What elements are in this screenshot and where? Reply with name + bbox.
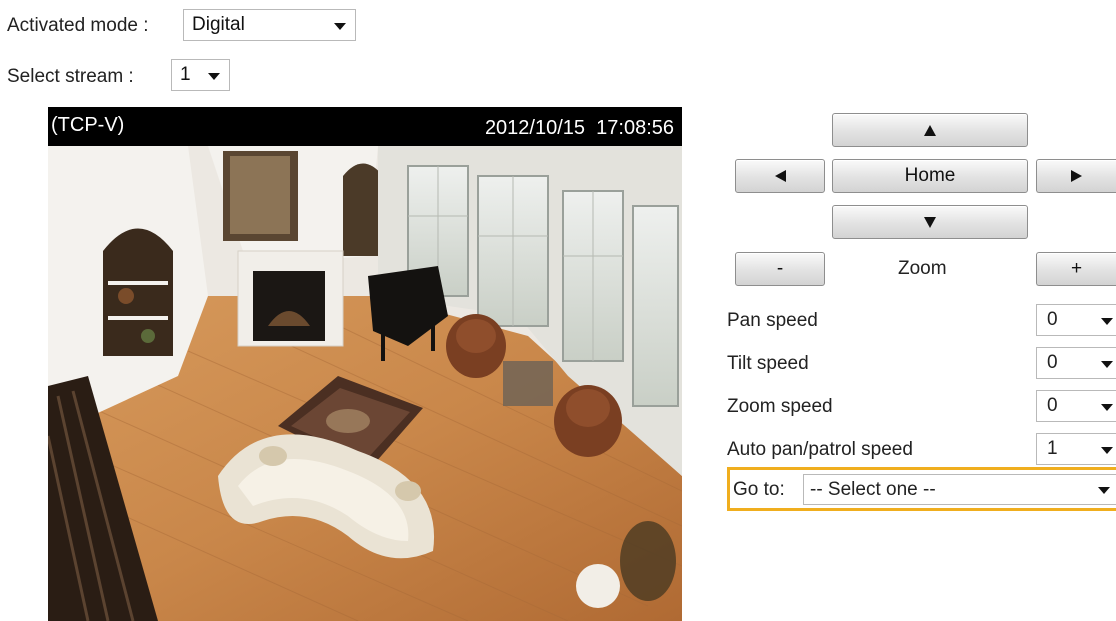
pan-right-button[interactable] — [1036, 159, 1116, 193]
zoom-speed-select[interactable]: 0 — [1036, 390, 1116, 422]
zoom-speed-value: 0 — [1047, 395, 1058, 416]
tilt-speed-select[interactable]: 0 — [1036, 347, 1116, 379]
dropdown-arrow-icon — [1101, 404, 1113, 411]
zoom-speed-label: Zoom speed — [727, 396, 833, 417]
dropdown-arrow-icon — [1101, 318, 1113, 325]
zoom-in-label: + — [1070, 258, 1083, 279]
up-arrow-icon — [924, 124, 936, 136]
pan-speed-select[interactable]: 0 — [1036, 304, 1116, 336]
live-video-view[interactable]: (TCP-V) 2012/10/15 17:08:56 — [48, 107, 682, 621]
home-button-label: Home — [904, 165, 956, 186]
zoom-out-label: - — [776, 258, 784, 279]
goto-preset-select[interactable]: -- Select one -- — [803, 474, 1116, 505]
auto-pan-patrol-speed-value: 1 — [1047, 438, 1058, 459]
pan-speed-value: 0 — [1047, 309, 1058, 330]
video-protocol: (TCP-V) — [51, 114, 125, 136]
tilt-speed-label: Tilt speed — [727, 353, 809, 374]
dropdown-arrow-icon — [1101, 447, 1113, 454]
video-timestamp: 2012/10/15 17:08:56 — [484, 117, 674, 139]
pan-speed-label: Pan speed — [727, 310, 818, 331]
activated-mode-value: Digital — [192, 14, 245, 35]
goto-highlight: Go to: -- Select one -- — [727, 467, 1116, 511]
dropdown-arrow-icon — [334, 23, 346, 30]
activated-mode-select[interactable]: Digital — [183, 9, 356, 41]
right-arrow-icon — [1071, 170, 1082, 182]
living-room-video-image — [48, 146, 682, 621]
home-button[interactable]: Home — [832, 159, 1028, 193]
down-arrow-icon — [924, 216, 936, 228]
tilt-down-button[interactable] — [832, 205, 1028, 239]
dropdown-arrow-icon — [1101, 361, 1113, 368]
auto-pan-patrol-speed-label: Auto pan/patrol speed — [727, 439, 913, 460]
activated-mode-label: Activated mode : — [7, 15, 149, 36]
select-stream-label: Select stream : — [7, 66, 134, 87]
zoom-in-button[interactable]: + — [1036, 252, 1116, 286]
goto-label: Go to: — [733, 479, 785, 500]
dropdown-arrow-icon — [208, 73, 220, 80]
select-stream-select[interactable]: 1 — [171, 59, 230, 91]
goto-preset-value: -- Select one -- — [810, 478, 936, 500]
zoom-label: Zoom — [898, 258, 947, 279]
video-caption-bar: (TCP-V) 2012/10/15 17:08:56 — [48, 107, 682, 146]
dropdown-arrow-icon — [1098, 487, 1110, 494]
zoom-out-button[interactable]: - — [735, 252, 825, 286]
tilt-speed-value: 0 — [1047, 352, 1058, 373]
left-arrow-icon — [774, 170, 786, 182]
auto-pan-patrol-speed-select[interactable]: 1 — [1036, 433, 1116, 465]
pan-left-button[interactable] — [735, 159, 825, 193]
tilt-up-button[interactable] — [832, 113, 1028, 147]
select-stream-value: 1 — [180, 64, 191, 85]
